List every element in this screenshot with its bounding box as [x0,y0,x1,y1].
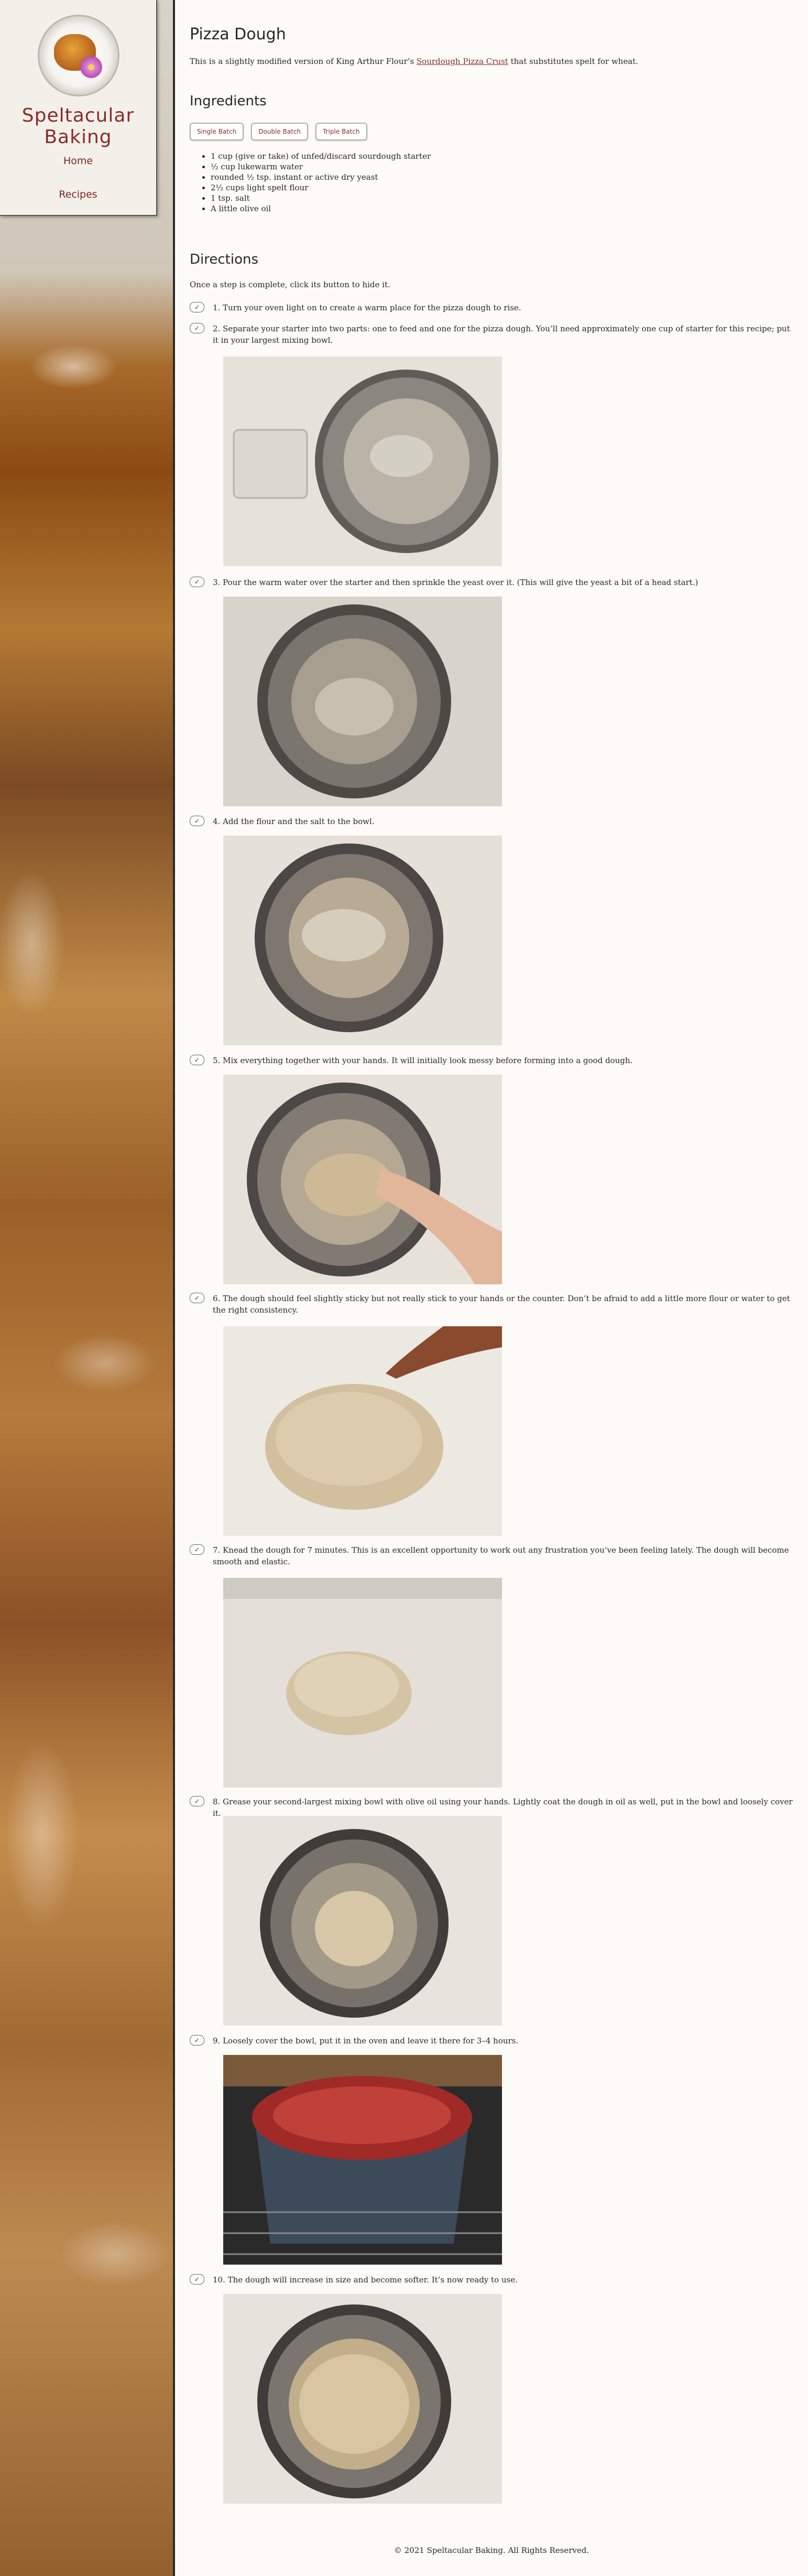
directions-note: Once a step is complete, click its butto… [190,280,390,289]
checkmark-icon: ✓ [194,2276,200,2283]
step-9-text: 9. Loosely cover the bowl, put it in the… [213,2036,519,2045]
step-1-done-button[interactable]: ✓ [190,302,204,312]
checkmark-icon: ✓ [194,304,200,311]
list-item: 2½ cups light spelt flour [211,182,431,193]
list-item: A little olive oil [211,203,431,214]
checkmark-icon: ✓ [194,1294,200,1302]
checkmark-icon: ✓ [194,817,200,825]
step-5-photo [223,1075,502,1284]
ingredients-list: 1 cup (give or take) of unfed/discard so… [190,151,431,214]
step-8-photo [223,1816,502,2026]
step-3-done-button[interactable]: ✓ [190,577,204,587]
list-item: rounded ½ tsp. instant or active dry yea… [211,172,431,182]
batch-buttons: Single Batch Double Batch Triple Batch [190,123,367,140]
checkmark-icon: ✓ [194,324,200,332]
step-1-text: 1. Turn your oven light on to create a w… [213,303,521,312]
step-6-photo [223,1326,502,1536]
checkmark-icon: ✓ [194,1546,200,1553]
checkmark-icon: ✓ [194,1798,200,1805]
list-item: ½ cup lukewarm water [211,161,431,172]
triple-batch-button[interactable]: Triple Batch [315,123,367,140]
step-9-done-button[interactable]: ✓ [190,2035,204,2045]
page-title: Pizza Dough [190,25,286,44]
ingredients-heading: Ingredients [190,93,267,109]
step-6-text: 6. The dough should feel slightly sticky… [213,1294,790,1315]
intro-text-start: This is a slightly modified version of K… [190,57,417,66]
intro-text-end: that substitutes spelt for wheat. [508,57,638,66]
step-2-done-button[interactable]: ✓ [190,323,204,333]
step-4-done-button[interactable]: ✓ [190,816,204,826]
list-item: 1 tsp. salt [211,193,431,203]
step-4-photo [223,836,502,1045]
step-8-done-button[interactable]: ✓ [190,1796,204,1806]
step-6-done-button[interactable]: ✓ [190,1293,204,1303]
step-10-done-button[interactable]: ✓ [190,2274,204,2285]
step-5-text: 5. Mix everything together with your han… [213,1056,633,1065]
single-batch-button[interactable]: Single Batch [190,123,244,140]
step-7-done-button[interactable]: ✓ [190,1544,204,1555]
directions-heading: Directions [190,252,259,267]
nav-item-home[interactable]: Home [0,155,156,188]
checkmark-icon: ✓ [194,1056,200,1064]
step-10-photo [223,2294,502,2504]
main-nav: Home Recipes [0,155,156,222]
step-7-photo [223,1578,502,1788]
sourdough-pizza-crust-link[interactable]: Sourdough Pizza Crust [417,57,508,66]
step-7-text: 7. Knead the dough for 7 minutes. This i… [213,1545,789,1566]
step-10-text: 10. The dough will increase in size and … [213,2275,518,2285]
step-3-photo [223,597,502,806]
step-9-photo [223,2055,502,2265]
step-4-text: 4. Add the flour and the salt to the bow… [213,817,375,826]
step-5-done-button[interactable]: ✓ [190,1055,204,1065]
step-2-text: 2. Separate your starter into two parts:… [213,324,790,345]
background-texture [0,0,173,2576]
list-item: 1 cup (give or take) of unfed/discard so… [211,151,431,161]
nav-item-recipes[interactable]: Recipes [0,188,156,222]
checkmark-icon: ✓ [194,578,200,586]
site-header: Speltacular Baking Home Recipes [0,0,157,216]
footer-text: © 2021 Speltacular Baking. All Rights Re… [394,2546,589,2555]
step-3-text: 3. Pour the warm water over the starter … [213,578,698,587]
main-content: Pizza Dough This is a slightly modified … [175,0,808,2576]
intro-text: This is a slightly modified version of K… [190,57,638,66]
bundt-cake-with-flower-icon[interactable] [38,15,119,96]
checkmark-icon: ✓ [194,2037,200,2044]
step-2-photo [223,356,502,566]
site-title[interactable]: Speltacular Baking [0,105,156,148]
double-batch-button[interactable]: Double Batch [251,123,309,140]
